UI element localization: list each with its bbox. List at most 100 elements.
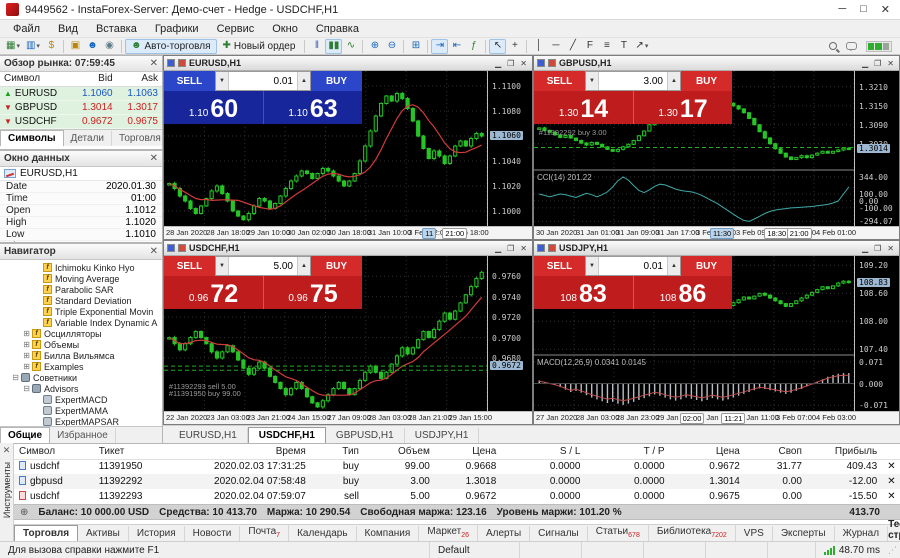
close-icon[interactable]: ✕ [520,59,527,68]
profile-selector[interactable]: Default [430,542,520,558]
order-row-11391950[interactable]: usdchf113919502020.02.03 17:31:25buy99.0… [14,459,900,474]
buy-button[interactable]: BUY [311,256,362,276]
terminal-tab-Журнал[interactable]: Журнал [835,526,889,541]
horizontal-line-tool-icon[interactable]: ─ [547,39,564,54]
chart-plot-area[interactable]: SELL▼0.01▲BUY1.10601.1063 [164,71,488,226]
candlestick-mode-icon[interactable]: ▮▮ [325,39,342,54]
chart-plot-area[interactable]: #11392293 sell 5.00#11391950 buy 99.00SE… [164,256,488,411]
dropdown-arrow-icon[interactable]: ▾ [16,42,20,50]
auto-scroll-icon[interactable]: ⇥ [431,39,448,54]
chart-shift-icon[interactable]: ⇤ [448,39,465,54]
bid-price-button[interactable]: 1.1060 [164,91,263,124]
buy-button[interactable]: BUY [681,256,732,276]
menu-Графики[interactable]: Графики [146,22,208,36]
terminal-tab-Статьи[interactable]: Статьи678 [588,524,649,541]
terminal-tab-Почта[interactable]: Почта7 [240,524,289,541]
market-watch-tab-Детали[interactable]: Детали [64,131,112,146]
menu-Сервис[interactable]: Сервис [208,22,264,36]
market-watch-row-EURUSD[interactable]: ▲EURUSD1.10601.1063 [0,86,162,100]
close-icon[interactable]: ✕ [3,445,11,456]
chart-window-EURUSD[interactable]: EURUSD,H1▁❐✕SELL▼0.01▲BUY1.10601.10631.1… [163,55,533,240]
market-watch-tab-Символы[interactable]: Символы [0,130,64,146]
navigator-item-ExpertMACD[interactable]: ExpertMACD [0,394,162,405]
tree-expander-icon[interactable]: ⊞ [22,362,31,371]
chart-tab-USDCHF,H1[interactable]: USDCHF,H1 [248,427,326,443]
expand-balance-icon[interactable]: ⊕ [20,507,28,518]
dropdown-arrow-icon[interactable]: ▾ [645,42,649,50]
chart-tab-EURUSD,H1[interactable]: EURUSD,H1 [169,428,248,443]
volume-up-stepper[interactable]: ▲ [297,257,310,275]
tree-expander-icon[interactable]: ⊞ [22,351,31,360]
new-chart-icon[interactable]: ▦▾ [3,39,23,54]
trendline-tool-icon[interactable]: ╱ [564,39,581,54]
navigator-item-Variable-Index-Dynamic-A[interactable]: fVariable Index Dynamic A [0,317,162,328]
minimize-icon[interactable]: ▁ [495,244,501,253]
close-icon[interactable]: ✕ [887,244,894,253]
restore-icon[interactable]: ❐ [507,59,514,68]
navigator-item-Moving-Average[interactable]: fMoving Average [0,273,162,284]
resize-grip[interactable]: ⋰ [888,545,900,558]
volume-down-stepper[interactable]: ▼ [586,72,599,90]
menu-Вид[interactable]: Вид [49,22,87,36]
close-order-icon[interactable]: ✕ [882,489,900,504]
minimize-icon[interactable]: ▁ [495,59,501,68]
terminal-toggle-icon[interactable]: ◉ [101,39,118,54]
terminal-tab-Компания[interactable]: Компания [357,526,420,541]
volume-up-stepper[interactable]: ▲ [667,257,680,275]
restore-icon[interactable]: ❐ [874,59,881,68]
minimize-icon[interactable]: ─ [838,3,846,16]
indicators-list-icon[interactable]: ƒ [465,39,482,54]
chart-body[interactable]: MACD(12,26,9) 0.0341 0.0145SELL▼0.01▲BUY… [534,256,899,424]
chart-window-USDCHF[interactable]: USDCHF,H1▁❐✕#11392293 sell 5.00#11391950… [163,240,533,425]
navigator-toggle-icon[interactable]: ☻ [84,39,101,54]
menu-Файл[interactable]: Файл [4,22,49,36]
bid-price-button[interactable]: 1.3014 [534,91,633,124]
terminal-tab-Торговля[interactable]: Торговля [14,525,78,541]
volume-up-stepper[interactable]: ▲ [667,72,680,90]
volume-value[interactable]: 0.01 [229,72,297,90]
volume-value[interactable]: 5.00 [229,257,297,275]
navigator-item-Объемы[interactable]: ⊞fОбъемы [0,339,162,350]
zoom-out-icon[interactable]: ⊖ [383,39,400,54]
zoom-in-icon[interactable]: ⊕ [366,39,383,54]
market-watch-row-GBPUSD[interactable]: ▼GBPUSD1.30141.3017 [0,100,162,114]
tile-windows-icon[interactable]: ⊞ [407,39,424,54]
bar-chart-mode-icon[interactable]: ‖ [308,39,325,54]
menu-Окно[interactable]: Окно [263,22,307,36]
tree-expander-icon[interactable]: ⊟ [11,373,20,382]
channels-tool-icon[interactable]: ≡ [598,39,615,54]
chart-body[interactable]: CCI(14) 201.22#11392292 buy 3.00SELL▼3.0… [534,71,899,239]
text-tool-icon[interactable]: T [615,39,632,54]
restore-icon[interactable]: ❐ [874,244,881,253]
close-icon[interactable]: ✕ [887,59,894,68]
line-chart-mode-icon[interactable]: ∿ [342,39,359,54]
close-icon[interactable]: ✕ [881,3,890,16]
market-watch-toggle-icon[interactable]: $ [43,39,60,54]
close-icon[interactable]: ✕ [150,58,158,69]
terminal-tab-Новости[interactable]: Новости [185,526,241,541]
ask-price-button[interactable]: 10886 [633,276,732,309]
close-icon[interactable]: ✕ [150,153,158,164]
terminal-tab-Маркет[interactable]: Маркет26 [419,524,478,541]
new-order-button[interactable]: ✚Новый ордер [217,39,302,54]
close-order-icon[interactable]: ✕ [882,459,900,474]
ask-price-button[interactable]: 1.1063 [263,91,362,124]
sell-button[interactable]: SELL [164,256,215,276]
navigator-item-Осцилляторы[interactable]: ⊞fОсцилляторы [0,328,162,339]
search-icon[interactable] [829,42,837,50]
menu-Вставка[interactable]: Вставка [87,22,146,36]
volume-value[interactable]: 3.00 [599,72,667,90]
sell-button[interactable]: SELL [534,256,585,276]
close-order-icon[interactable]: ✕ [882,474,900,489]
chart-body[interactable]: #11392293 sell 5.00#11391950 buy 99.00SE… [164,256,532,424]
ask-price-button[interactable]: 1.3017 [633,91,732,124]
auto-trading-button[interactable]: ☻Авто-торговля [125,39,217,54]
terminal-tab-VPS[interactable]: VPS [736,526,773,541]
volume-up-stepper[interactable]: ▲ [297,72,310,90]
minimize-icon[interactable]: ▁ [862,59,868,68]
close-icon[interactable]: ✕ [150,246,158,257]
navigator-item-Ichimoku-Kinko-Hyo[interactable]: fIchimoku Kinko Hyo [0,262,162,273]
tree-expander-icon[interactable]: ⊞ [22,340,31,349]
restore-icon[interactable]: ❐ [507,244,514,253]
chart-window-GBPUSD[interactable]: GBPUSD,H1▁❐✕CCI(14) 201.22#11392292 buy … [533,55,900,240]
